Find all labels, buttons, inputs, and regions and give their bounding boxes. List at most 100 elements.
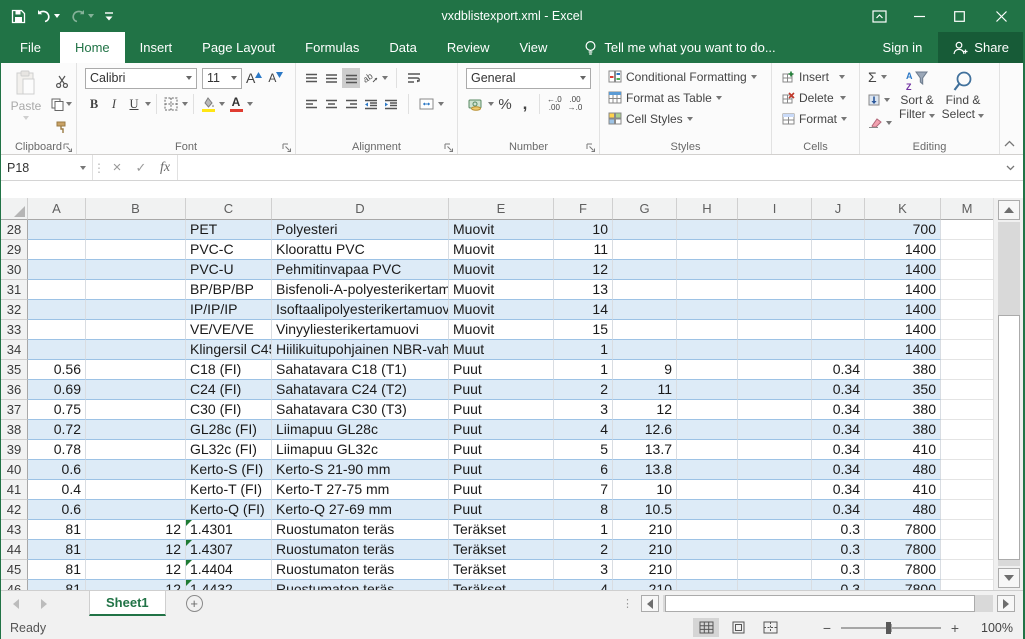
cell-G42[interactable]: 10.5 <box>613 500 677 520</box>
column-header-F[interactable]: F <box>554 198 613 220</box>
zoom-out-button[interactable]: − <box>821 620 833 636</box>
cell-G43[interactable]: 210 <box>613 520 677 540</box>
save-button[interactable] <box>11 9 26 24</box>
cell-D44[interactable]: Ruostumaton teräs <box>272 540 449 560</box>
column-header-B[interactable]: B <box>86 198 186 220</box>
formula-input[interactable] <box>177 155 997 180</box>
column-header-E[interactable]: E <box>449 198 554 220</box>
cell-D37[interactable]: Sahatavara C30 (T3) <box>272 400 449 420</box>
cell-F44[interactable]: 2 <box>554 540 613 560</box>
cell-E32[interactable]: Muovit <box>449 300 554 320</box>
cell-M35[interactable] <box>941 360 994 380</box>
tab-view[interactable]: View <box>504 32 562 63</box>
cell-H40[interactable] <box>677 460 738 480</box>
cell-I30[interactable] <box>738 260 812 280</box>
cell-B46[interactable]: 12 <box>86 580 186 590</box>
increase-decimal-button[interactable]: ←.0.00 <box>545 94 564 114</box>
cell-K46[interactable]: 7800 <box>865 580 941 590</box>
number-format-select[interactable]: General <box>466 68 591 89</box>
cell-B33[interactable] <box>86 320 186 340</box>
decrease-indent-button[interactable] <box>362 94 380 114</box>
cell-K29[interactable]: 1400 <box>865 240 941 260</box>
cell-B44[interactable]: 12 <box>86 540 186 560</box>
cell-F42[interactable]: 8 <box>554 500 613 520</box>
cut-button[interactable] <box>49 71 74 91</box>
cell-I31[interactable] <box>738 280 812 300</box>
cell-E31[interactable]: Muovit <box>449 280 554 300</box>
row-header-43[interactable]: 43 <box>1 520 28 540</box>
cell-G45[interactable]: 210 <box>613 560 677 580</box>
tab-home[interactable]: Home <box>60 32 125 63</box>
select-all-button[interactable] <box>1 198 28 220</box>
row-header-28[interactable]: 28 <box>1 220 28 240</box>
cell-A30[interactable] <box>28 260 86 280</box>
orientation-button[interactable]: ab <box>362 68 380 88</box>
cell-I32[interactable] <box>738 300 812 320</box>
cell-B39[interactable] <box>86 440 186 460</box>
zoom-slider-thumb[interactable] <box>886 622 891 634</box>
cell-M42[interactable] <box>941 500 994 520</box>
column-header-M[interactable]: M <box>941 198 994 220</box>
cell-B32[interactable] <box>86 300 186 320</box>
merge-center-dropdown-icon[interactable] <box>438 102 444 106</box>
cell-F46[interactable]: 4 <box>554 580 613 590</box>
cell-F28[interactable]: 10 <box>554 220 613 240</box>
cell-K34[interactable]: 1400 <box>865 340 941 360</box>
cell-J46[interactable]: 0.3 <box>812 580 865 590</box>
row-header-41[interactable]: 41 <box>1 480 28 500</box>
cell-B35[interactable] <box>86 360 186 380</box>
cell-A37[interactable]: 0.75 <box>28 400 86 420</box>
cell-D40[interactable]: Kerto-S 21-90 mm <box>272 460 449 480</box>
cell-C41[interactable]: Kerto-T (FI) <box>186 480 272 500</box>
cell-F32[interactable]: 14 <box>554 300 613 320</box>
cell-D33[interactable]: Vinyyliesterikertamuovi <box>272 320 449 340</box>
insert-function-button[interactable]: fx <box>153 155 177 180</box>
cell-F43[interactable]: 1 <box>554 520 613 540</box>
cell-F30[interactable]: 12 <box>554 260 613 280</box>
cell-E44[interactable]: Teräkset <box>449 540 554 560</box>
cell-E40[interactable]: Puut <box>449 460 554 480</box>
underline-button[interactable]: U <box>125 94 143 114</box>
cell-K31[interactable]: 1400 <box>865 280 941 300</box>
row-header-33[interactable]: 33 <box>1 320 28 340</box>
find-select-button[interactable]: Find & Select <box>940 66 986 133</box>
cell-M28[interactable] <box>941 220 994 240</box>
cell-B31[interactable] <box>86 280 186 300</box>
cell-G32[interactable] <box>613 300 677 320</box>
tab-file[interactable]: File <box>1 32 60 63</box>
cell-A29[interactable] <box>28 240 86 260</box>
underline-dropdown-icon[interactable] <box>145 102 151 106</box>
cell-B30[interactable] <box>86 260 186 280</box>
middle-align-button[interactable] <box>322 68 340 88</box>
cell-F39[interactable]: 5 <box>554 440 613 460</box>
row-header-35[interactable]: 35 <box>1 360 28 380</box>
cell-D35[interactable]: Sahatavara C18 (T1) <box>272 360 449 380</box>
cell-C30[interactable]: PVC-U <box>186 260 272 280</box>
cell-A41[interactable]: 0.4 <box>28 480 86 500</box>
cell-M41[interactable] <box>941 480 994 500</box>
horizontal-scroll-track[interactable] <box>663 595 993 612</box>
sheet-tab-sheet1[interactable]: Sheet1 <box>89 591 166 616</box>
prev-sheet-button[interactable] <box>13 599 19 609</box>
cell-J32[interactable] <box>812 300 865 320</box>
cell-D45[interactable]: Ruostumaton teräs <box>272 560 449 580</box>
accounting-format-button[interactable] <box>466 94 486 114</box>
cell-M43[interactable] <box>941 520 994 540</box>
cell-H42[interactable] <box>677 500 738 520</box>
cell-M44[interactable] <box>941 540 994 560</box>
cell-E30[interactable]: Muovit <box>449 260 554 280</box>
cell-G37[interactable]: 12 <box>613 400 677 420</box>
page-break-view-button[interactable] <box>757 618 783 637</box>
insert-cells-button[interactable]: Insert <box>780 66 857 87</box>
font-dialog-launcher[interactable] <box>282 142 292 152</box>
page-layout-view-button[interactable] <box>725 618 751 637</box>
tab-review[interactable]: Review <box>432 32 505 63</box>
cell-C34[interactable]: Klingersil C450 <box>186 340 272 360</box>
row-header-44[interactable]: 44 <box>1 540 28 560</box>
cell-B29[interactable] <box>86 240 186 260</box>
cell-A33[interactable] <box>28 320 86 340</box>
number-dialog-launcher[interactable] <box>586 142 596 152</box>
cell-E37[interactable]: Puut <box>449 400 554 420</box>
column-header-K[interactable]: K <box>865 198 941 220</box>
cell-J40[interactable]: 0.34 <box>812 460 865 480</box>
